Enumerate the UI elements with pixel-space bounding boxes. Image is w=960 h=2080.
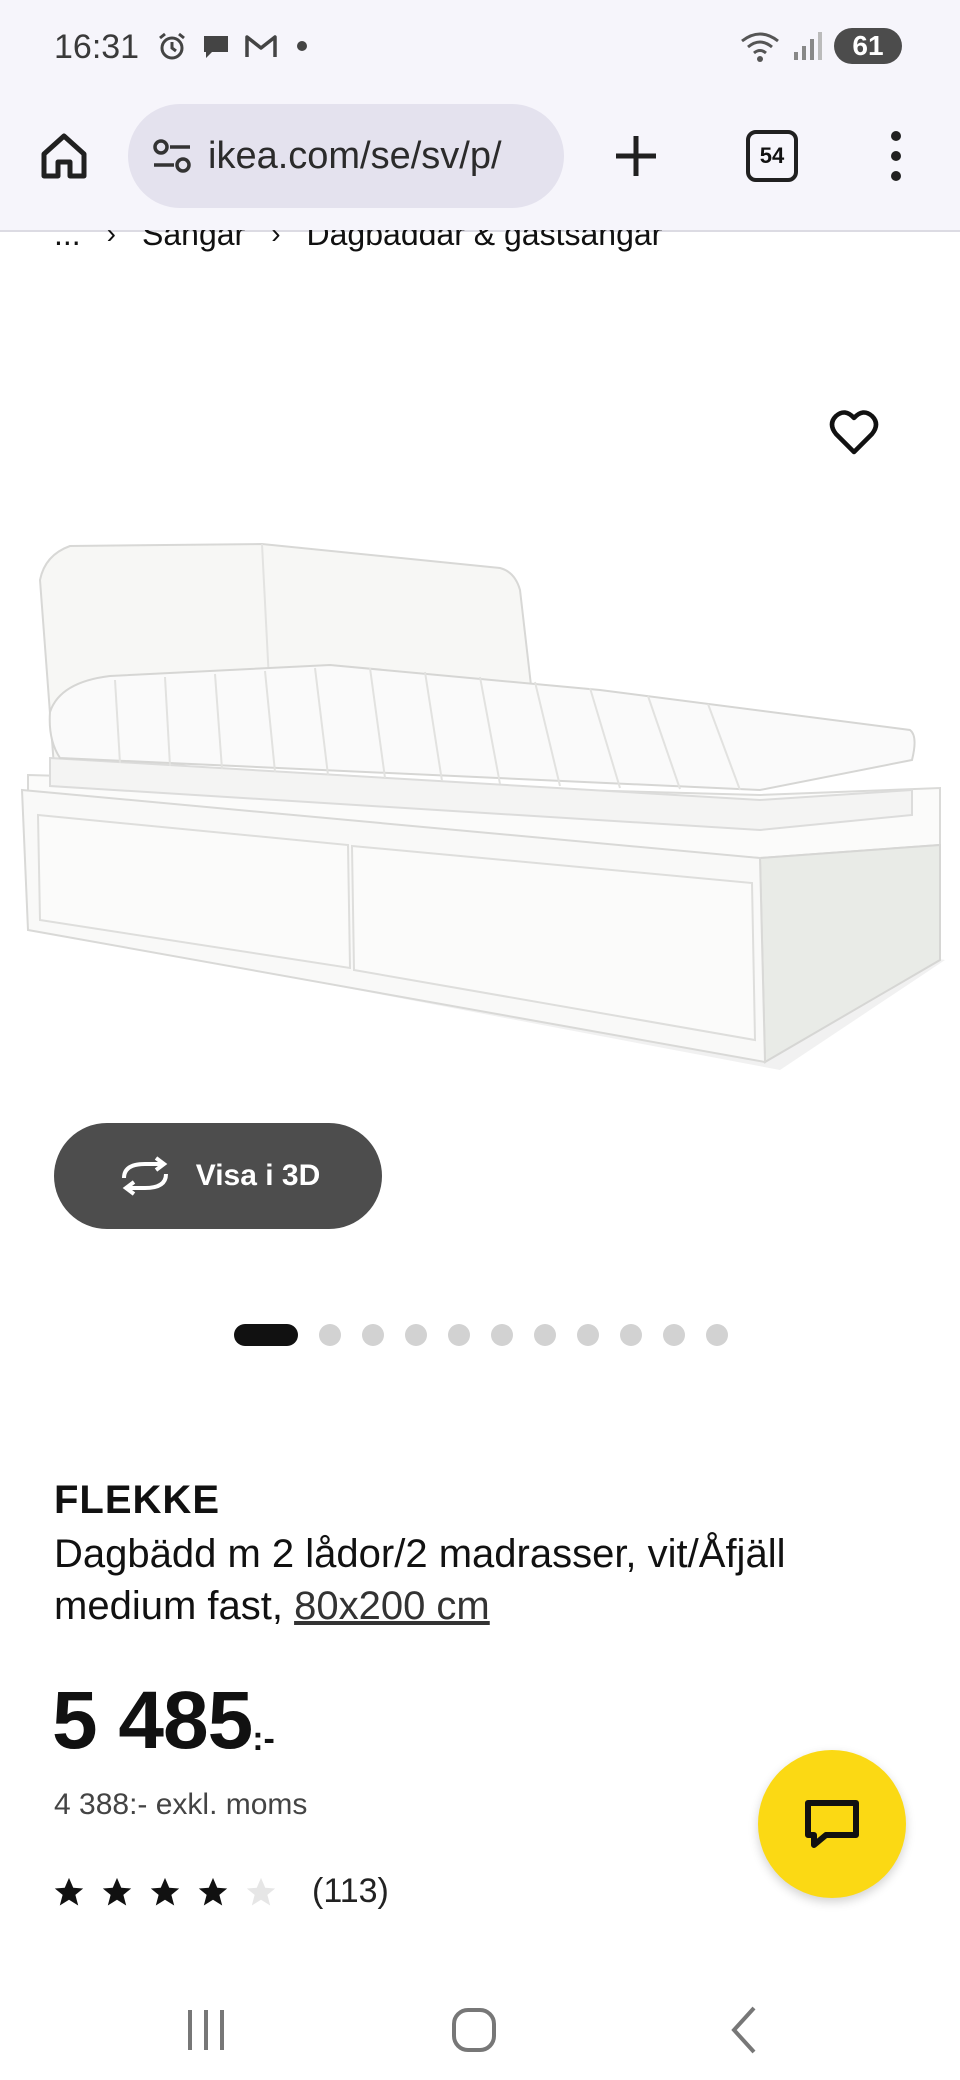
chat-button[interactable] bbox=[758, 1750, 906, 1898]
pagination-dot-3[interactable] bbox=[362, 1324, 384, 1346]
chat-bubble-icon bbox=[204, 36, 228, 58]
site-settings-icon[interactable] bbox=[150, 136, 194, 176]
base-side bbox=[758, 843, 941, 1064]
pagination-dot-7[interactable] bbox=[534, 1324, 556, 1346]
product-description: Dagbädd m 2 lådor/2 madrasser, vit/Åfjäl… bbox=[54, 1528, 914, 1632]
wifi-icon bbox=[741, 32, 779, 62]
pagination-dot-4[interactable] bbox=[405, 1324, 427, 1346]
url-text[interactable]: ikea.com/se/sv/p/ bbox=[208, 135, 502, 178]
star-filled-icon bbox=[150, 1877, 180, 1905]
product-price: 5 485 :- bbox=[52, 1676, 275, 1766]
price-ex-vat: 4 388:- exkl. moms bbox=[54, 1788, 308, 1821]
product-rating[interactable]: (113) bbox=[52, 1872, 389, 1911]
rating-count[interactable]: (113) bbox=[312, 1872, 389, 1911]
image-pagination bbox=[234, 1324, 728, 1346]
pagination-dot-8[interactable] bbox=[577, 1324, 599, 1346]
view-3d-label: Visa i 3D bbox=[195, 1159, 321, 1192]
product-brand: FLEKKE bbox=[54, 1478, 220, 1522]
heart-icon[interactable] bbox=[826, 404, 882, 460]
star-filled-icon bbox=[102, 1877, 132, 1905]
signal-icon bbox=[794, 32, 822, 60]
pagination-dot-10[interactable] bbox=[663, 1324, 685, 1346]
product-image[interactable] bbox=[0, 260, 960, 1120]
pagination-dot-9[interactable] bbox=[620, 1324, 642, 1346]
dot-icon bbox=[297, 41, 307, 51]
battery-indicator: 61 bbox=[834, 28, 902, 64]
pagination-dot-2[interactable] bbox=[319, 1324, 341, 1346]
status-icons bbox=[156, 30, 314, 62]
system-nav-bar bbox=[0, 1960, 960, 2080]
pagination-dot-11[interactable] bbox=[706, 1324, 728, 1346]
browser-toolbar: ikea.com/se/sv/p/ 54 bbox=[0, 100, 960, 232]
size-link[interactable]: 80x200 cm bbox=[294, 1584, 490, 1628]
star-filled-icon bbox=[54, 1877, 84, 1905]
pagination-dot-5[interactable] bbox=[448, 1324, 470, 1346]
status-right: 61 bbox=[740, 28, 902, 64]
plus-icon[interactable] bbox=[608, 128, 664, 184]
status-bar: 16:31 61 bbox=[0, 0, 960, 100]
tabs-button[interactable]: 54 bbox=[746, 130, 798, 182]
status-time: 16:31 bbox=[54, 28, 140, 66]
pagination-dot-1[interactable] bbox=[234, 1324, 298, 1346]
tab-count: 54 bbox=[759, 143, 785, 168]
recent-apps-icon[interactable] bbox=[176, 2000, 236, 2060]
home-icon[interactable] bbox=[36, 128, 92, 184]
gmail-icon bbox=[245, 35, 277, 57]
more-vert-icon[interactable] bbox=[876, 128, 916, 184]
chat-icon bbox=[805, 1800, 859, 1848]
alarm-icon bbox=[159, 32, 185, 60]
view-3d-button[interactable]: Visa i 3D bbox=[54, 1123, 382, 1229]
address-bar[interactable]: ikea.com/se/sv/p/ bbox=[128, 104, 564, 208]
rating-stars bbox=[52, 1875, 278, 1909]
back-icon[interactable] bbox=[716, 2000, 776, 2060]
home-nav-icon[interactable] bbox=[444, 2000, 504, 2060]
star-empty-icon bbox=[246, 1877, 276, 1905]
price-suffix: :- bbox=[252, 1720, 275, 1758]
rotate-3d-icon bbox=[121, 1156, 168, 1196]
price-value: 5 485 bbox=[52, 1675, 253, 1766]
pagination-dot-6[interactable] bbox=[491, 1324, 513, 1346]
star-filled-icon bbox=[198, 1877, 228, 1905]
